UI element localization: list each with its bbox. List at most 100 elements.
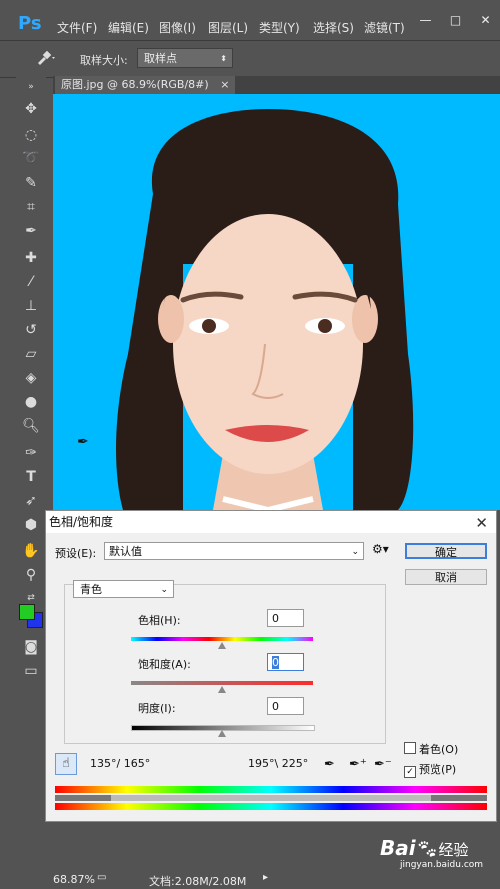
saturation-slider-thumb[interactable] bbox=[218, 686, 226, 693]
bottom-color-bar bbox=[55, 803, 487, 810]
menu-image[interactable]: 图像(I) bbox=[159, 19, 196, 36]
saturation-value: 0 bbox=[272, 656, 279, 669]
chevron-down-icon: ⌄ bbox=[351, 547, 359, 557]
eyedropper-minus-icon[interactable]: ✒⁻ bbox=[374, 757, 392, 772]
blur-tool-icon[interactable]: ● bbox=[21, 393, 41, 411]
maximize-button[interactable]: □ bbox=[443, 10, 468, 30]
paw-icon: 🐾︎ bbox=[415, 839, 439, 860]
stamp-tool-icon[interactable]: ⊥ bbox=[21, 297, 41, 315]
chevron-down-icon: ⌄ bbox=[160, 585, 168, 595]
paint-bucket-icon[interactable]: ◈ bbox=[21, 369, 41, 387]
adjustment-group bbox=[64, 584, 386, 744]
preview-label: 预览(P) bbox=[419, 763, 457, 776]
menu-layer[interactable]: 图层(L) bbox=[208, 19, 248, 36]
quick-select-tool-icon[interactable]: ✎ bbox=[21, 174, 41, 192]
hue-input[interactable]: 0 bbox=[267, 609, 304, 627]
path-select-icon[interactable]: ➶ bbox=[21, 492, 41, 510]
options-bar: 取样大小: 取样点 ⬍ bbox=[0, 40, 500, 78]
document-canvas[interactable]: ✒ bbox=[53, 94, 500, 510]
foreground-color-swatch[interactable] bbox=[19, 604, 35, 620]
status-arrow-icon[interactable]: ▸ bbox=[263, 872, 268, 883]
saturation-label: 饱和度(A): bbox=[138, 658, 191, 671]
brush-tool-icon[interactable]: ⁄ bbox=[21, 273, 41, 291]
eyedropper-plus-icon[interactable]: ✒⁺ bbox=[349, 757, 367, 772]
hand-tool-icon[interactable]: ✋ bbox=[21, 542, 41, 560]
panel-collapse-icon[interactable]: » bbox=[21, 78, 41, 96]
menu-type[interactable]: 类型(Y) bbox=[259, 19, 300, 36]
document-size: 文档:2.08M/2.08M bbox=[149, 875, 247, 888]
saturation-slider-track[interactable] bbox=[131, 681, 313, 685]
history-brush-icon[interactable]: ↺ bbox=[21, 321, 41, 339]
eyedropper-cursor-icon: ✒ bbox=[77, 434, 89, 450]
hue-slider-thumb[interactable] bbox=[218, 642, 226, 649]
sample-size-value: 取样点 bbox=[144, 52, 177, 65]
eyedropper-icon[interactable]: ✒ bbox=[21, 222, 41, 240]
preset-label: 预设(E): bbox=[55, 547, 97, 560]
sample-size-select[interactable]: 取样点 ⬍ bbox=[137, 48, 233, 68]
app-logo: Ps bbox=[18, 13, 42, 34]
menu-bar: Ps 文件(F) 编辑(E) 图像(I) 图层(L) 类型(Y) 选择(S) 滤… bbox=[0, 0, 500, 40]
cancel-button[interactable]: 取消 bbox=[405, 569, 487, 585]
dialog-titlebar[interactable]: 色相/饱和度 ✕ bbox=[46, 511, 496, 533]
hue-label: 色相(H): bbox=[138, 614, 181, 627]
targeted-adjustment-hand-icon[interactable]: ☝ bbox=[55, 753, 77, 775]
document-tab[interactable]: 原图.jpg @ 68.9%(RGB/8#) × bbox=[55, 76, 236, 94]
ok-button[interactable]: 确定 bbox=[405, 543, 487, 559]
hue-value: 0 bbox=[272, 612, 279, 625]
tab-close-icon[interactable]: × bbox=[220, 78, 229, 91]
colorize-checkbox[interactable]: 着色(O) bbox=[404, 741, 458, 757]
hue-saturation-dialog: 色相/饱和度 ✕ 预设(E): 默认值 ⌄ ⚙▾ 确定 取消 青色 ⌄ 色相(H… bbox=[45, 510, 497, 822]
eyedropper-tool-icon[interactable] bbox=[34, 49, 58, 67]
menu-file[interactable]: 文件(F) bbox=[57, 19, 97, 36]
sample-size-label: 取样大小: bbox=[80, 54, 128, 67]
document-tab-title: 原图.jpg @ 68.9%(RGB/8#) bbox=[61, 78, 209, 91]
close-window-button[interactable]: ✕ bbox=[473, 10, 498, 30]
top-color-bar bbox=[55, 786, 487, 793]
zoom-tool-icon[interactable]: ⚲ bbox=[21, 566, 41, 584]
preset-value: 默认值 bbox=[109, 545, 142, 558]
preview-check-icon: ✓ bbox=[404, 766, 416, 778]
channel-value: 青色 bbox=[80, 583, 102, 596]
status-bar: 68.87% ▭ 文档:2.08M/2.08M ▸ bbox=[53, 868, 500, 889]
dialog-close-icon[interactable]: ✕ bbox=[475, 512, 488, 534]
status-menu-icon[interactable]: ▭ bbox=[97, 872, 106, 883]
quick-mask-icon[interactable]: ◙ bbox=[21, 638, 41, 656]
colorize-box bbox=[404, 742, 416, 754]
angle-left: 135°/ 165° bbox=[90, 757, 151, 770]
lightness-input[interactable]: 0 bbox=[267, 697, 304, 715]
angle-right: 195°\ 225° bbox=[248, 757, 309, 770]
menu-filter[interactable]: 滤镜(T) bbox=[364, 19, 405, 36]
dodge-tool-icon[interactable]: 🔍︎ bbox=[21, 417, 41, 435]
watermark-brand: Bai bbox=[380, 836, 416, 860]
pen-tool-icon[interactable]: ✑ bbox=[21, 444, 41, 462]
saturation-input[interactable]: 0 bbox=[267, 653, 304, 671]
minimize-button[interactable]: — bbox=[413, 10, 438, 30]
zoom-level[interactable]: 68.87% bbox=[53, 873, 95, 886]
updown-icon: ⬍ bbox=[220, 54, 227, 63]
marquee-tool-icon[interactable]: ◌ bbox=[21, 126, 41, 144]
range-slider-bar[interactable] bbox=[55, 795, 487, 801]
lasso-tool-icon[interactable]: ➰ bbox=[21, 149, 41, 167]
lightness-value: 0 bbox=[272, 700, 279, 713]
channel-select[interactable]: 青色 ⌄ bbox=[73, 580, 174, 598]
lightness-label: 明度(I): bbox=[138, 702, 176, 715]
shape-tool-icon[interactable]: ⬢ bbox=[21, 516, 41, 534]
menu-select[interactable]: 选择(S) bbox=[313, 19, 354, 36]
preview-checkbox[interactable]: ✓ 预览(P) bbox=[404, 761, 456, 778]
move-tool-icon[interactable]: ✥ bbox=[21, 100, 41, 118]
healing-brush-icon[interactable]: ✚ bbox=[21, 249, 41, 267]
menu-edit[interactable]: 编辑(E) bbox=[108, 19, 149, 36]
watermark-brand2: 经验 bbox=[438, 841, 469, 859]
eyedropper-icon[interactable]: ✒ bbox=[324, 757, 335, 772]
lightness-slider-thumb[interactable] bbox=[218, 730, 226, 737]
crop-tool-icon[interactable]: ⌗ bbox=[21, 198, 41, 216]
type-tool-icon[interactable]: T bbox=[21, 468, 41, 486]
colorize-label: 着色(O) bbox=[419, 743, 459, 756]
document-tab-bar: 原图.jpg @ 68.9%(RGB/8#) × bbox=[53, 76, 500, 94]
hue-slider-track[interactable] bbox=[131, 637, 313, 641]
preset-options-gear-icon[interactable]: ⚙▾ bbox=[372, 542, 389, 556]
screen-mode-icon[interactable]: ▭ bbox=[21, 662, 41, 680]
preset-select[interactable]: 默认值 ⌄ bbox=[104, 542, 364, 560]
tools-panel: » ✥ ◌ ➰ ✎ ⌗ ✒ ✚ ⁄ ⊥ ↺ ▱ ◈ ● 🔍︎ ✑ T ➶ ⬢ ✋… bbox=[16, 76, 46, 866]
eraser-tool-icon[interactable]: ▱ bbox=[21, 345, 41, 363]
